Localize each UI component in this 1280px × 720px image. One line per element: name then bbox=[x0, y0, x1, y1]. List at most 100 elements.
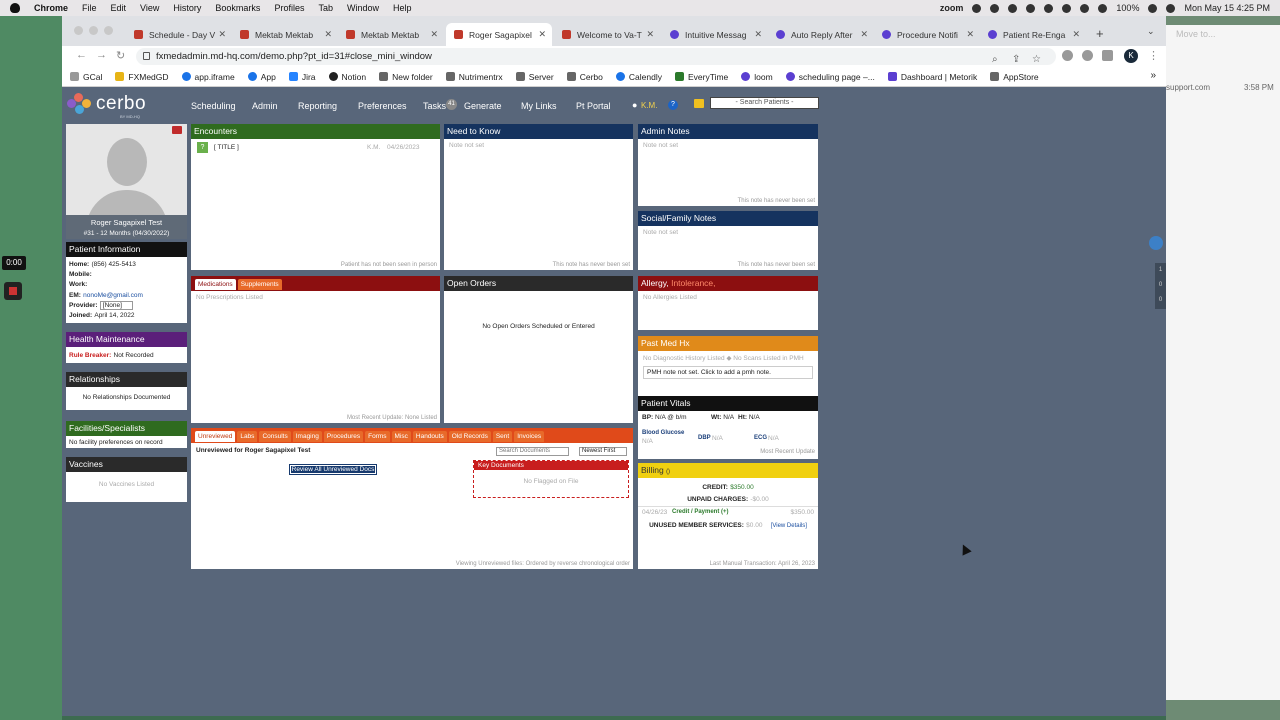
browser-tab[interactable]: Welcome to Va-T ✕ bbox=[554, 23, 660, 46]
browser-tab[interactable]: Procedure Notifi ✕ bbox=[874, 23, 980, 46]
extension-icon[interactable] bbox=[1062, 50, 1073, 61]
zoom-search-icon[interactable]: ⌕ bbox=[992, 51, 998, 68]
zoom-icon[interactable]: zoom bbox=[940, 3, 964, 13]
tab-misc[interactable]: Misc bbox=[391, 431, 411, 442]
user-icon[interactable]: ● bbox=[632, 100, 637, 110]
side-panel-icon[interactable] bbox=[1102, 50, 1113, 61]
panel-title[interactable]: Open Orders bbox=[444, 276, 633, 291]
panel-title[interactable]: Health Maintenance bbox=[66, 332, 187, 347]
home-phone[interactable]: (856) 425-5413 bbox=[91, 261, 135, 268]
search-documents-input[interactable]: Search Documents bbox=[496, 447, 569, 456]
browser-tab[interactable]: Mektab Mektab ✕ bbox=[232, 23, 338, 46]
minimize-window-icon[interactable] bbox=[89, 26, 98, 35]
status-icon[interactable] bbox=[1026, 3, 1036, 13]
tab-invoices[interactable]: Invoices bbox=[514, 431, 545, 442]
more-bookmarks-icon[interactable]: » bbox=[1150, 70, 1156, 81]
browser-tab[interactable]: Mektab Mektab ✕ bbox=[338, 23, 444, 46]
encounter-row[interactable]: ? [ TITLE ] K.M. 04/26/2023 bbox=[191, 142, 440, 156]
clock[interactable]: Mon May 15 4:25 PM bbox=[1184, 3, 1270, 13]
menu-window[interactable]: Window bbox=[347, 3, 379, 13]
panel-title[interactable]: Vaccines bbox=[66, 457, 187, 472]
maximize-window-icon[interactable] bbox=[104, 26, 113, 35]
user-initials[interactable]: K.M. bbox=[641, 101, 657, 110]
profile-avatar[interactable]: K bbox=[1124, 49, 1138, 63]
menu-tab[interactable]: Tab bbox=[318, 3, 333, 13]
forward-icon[interactable]: → bbox=[96, 49, 107, 61]
close-tab-icon[interactable]: ✕ bbox=[754, 29, 762, 40]
bookmark[interactable]: Jira bbox=[288, 72, 316, 82]
bookmark-folder[interactable]: Nutrimentrx bbox=[445, 72, 503, 82]
close-window-icon[interactable] bbox=[74, 26, 83, 35]
tab-forms[interactable]: Forms bbox=[365, 431, 390, 442]
status-icon[interactable] bbox=[1044, 3, 1054, 13]
close-tab-icon[interactable]: ✕ bbox=[324, 29, 332, 40]
close-tab-icon[interactable]: ✕ bbox=[538, 29, 546, 40]
tab-supplements[interactable]: Supplements bbox=[237, 279, 282, 290]
close-tab-icon[interactable]: ✕ bbox=[1072, 29, 1080, 40]
browser-tab[interactable]: Schedule - Day V ✕ bbox=[126, 23, 232, 46]
help-icon[interactable]: ? bbox=[668, 100, 678, 110]
bookmark-folder[interactable]: Server bbox=[515, 72, 554, 82]
browser-tab[interactable]: Intuitive Messag ✕ bbox=[662, 23, 768, 46]
close-tab-icon[interactable]: ✕ bbox=[218, 29, 226, 40]
menu-file[interactable]: File bbox=[82, 3, 97, 13]
menu-view[interactable]: View bbox=[140, 3, 159, 13]
bookmark[interactable]: app.iframe bbox=[181, 72, 235, 82]
nav-pt-portal[interactable]: Pt Portal bbox=[576, 101, 611, 111]
stop-recording-icon[interactable] bbox=[4, 282, 22, 300]
panel-title[interactable]: Encounters bbox=[191, 124, 440, 139]
tab-labs[interactable]: Labs bbox=[237, 431, 258, 442]
key-documents-title[interactable]: Key Documents bbox=[474, 461, 628, 470]
back-icon[interactable]: ← bbox=[76, 49, 87, 61]
tab-old-records[interactable]: Old Records bbox=[448, 431, 491, 442]
browser-tab[interactable]: Auto Reply After ✕ bbox=[768, 23, 874, 46]
address-bar[interactable]: fxmedadmin.md-hq.com/demo.php?pt_id=31#c… bbox=[136, 48, 1056, 65]
pmh-note[interactable]: PMH note not set. Click to add a pmh not… bbox=[643, 366, 813, 379]
need-to-know-panel[interactable]: Need to Know Note not set This note has … bbox=[444, 124, 633, 270]
background-window[interactable]: Move to... support.com 3:58 PM bbox=[1166, 25, 1280, 700]
nav-generate[interactable]: Generate bbox=[464, 101, 502, 111]
menu-bookmarks[interactable]: Bookmarks bbox=[215, 3, 260, 13]
bookmark[interactable]: GCal bbox=[70, 72, 102, 82]
status-icon[interactable] bbox=[990, 3, 1000, 13]
wifi-icon[interactable] bbox=[1080, 3, 1090, 13]
bluetooth-icon[interactable] bbox=[1098, 3, 1108, 13]
nav-admin[interactable]: Admin bbox=[252, 101, 278, 111]
bookmark[interactable]: loom bbox=[741, 72, 773, 82]
new-tab-icon[interactable]: + bbox=[1096, 26, 1104, 41]
status-icon[interactable] bbox=[1062, 3, 1072, 13]
battery-icon[interactable] bbox=[1148, 3, 1158, 13]
bookmark-folder[interactable]: New folder bbox=[379, 72, 433, 82]
review-all-button[interactable]: Review All Unreviewed Docs bbox=[289, 464, 377, 475]
search-icon[interactable] bbox=[1166, 3, 1176, 13]
rail-item[interactable]: 0 bbox=[1155, 278, 1166, 293]
menu-edit[interactable]: Edit bbox=[111, 3, 127, 13]
tab-unreviewed[interactable]: Unreviewed bbox=[195, 431, 236, 442]
tasks-count-badge[interactable]: 41 bbox=[446, 99, 457, 110]
panel-title[interactable]: Billing () bbox=[638, 463, 818, 478]
menu-help[interactable]: Help bbox=[393, 3, 412, 13]
menu-chrome[interactable]: Chrome bbox=[34, 3, 68, 13]
kebab-menu-icon[interactable]: ⋮ bbox=[1148, 49, 1159, 62]
nav-my-links[interactable]: My Links bbox=[521, 101, 557, 111]
tab-sent[interactable]: Sent bbox=[492, 431, 513, 442]
allergy-panel[interactable]: Allergy, Intolerance, No Allergies Liste… bbox=[638, 276, 818, 330]
chat-support-icon[interactable] bbox=[1149, 236, 1163, 250]
bookmark-folder[interactable]: Cerbo bbox=[566, 72, 603, 82]
status-icon[interactable] bbox=[972, 3, 982, 13]
rail-item[interactable]: 1 bbox=[1155, 263, 1166, 278]
bookmark[interactable]: Notion bbox=[328, 72, 366, 82]
folder-icon[interactable] bbox=[694, 99, 704, 108]
puzzle-extensions-icon[interactable] bbox=[1082, 50, 1093, 61]
lock-icon[interactable] bbox=[143, 52, 150, 60]
panel-title[interactable]: Facilities/Specialists bbox=[66, 421, 187, 436]
social-family-panel[interactable]: Social/Family Notes Note not set This no… bbox=[638, 211, 818, 270]
browser-tab[interactable]: Patient Re-Enga ✕ bbox=[980, 23, 1086, 46]
menu-profiles[interactable]: Profiles bbox=[274, 3, 304, 13]
close-tab-icon[interactable]: ✕ bbox=[646, 29, 654, 40]
nav-reporting[interactable]: Reporting bbox=[298, 101, 337, 111]
cerbo-logo[interactable]: cerbo BY MD-HQ bbox=[66, 92, 146, 119]
bookmark-star-icon[interactable]: ☆ bbox=[1032, 51, 1041, 68]
nav-preferences[interactable]: Preferences bbox=[358, 101, 407, 111]
encounter-title[interactable]: [ TITLE ] bbox=[214, 144, 239, 151]
